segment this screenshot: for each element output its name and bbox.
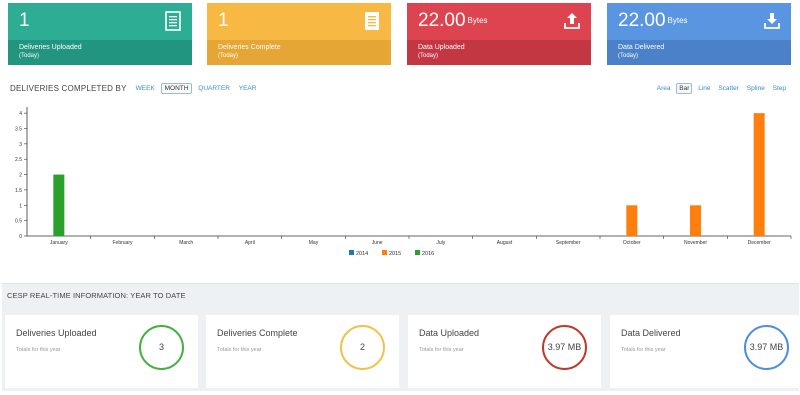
x-tick-label: April (245, 240, 255, 246)
chart-type-selector: Area Bar Line Scatter Spline Step (653, 83, 788, 95)
card-sub: Totals for this year (419, 347, 464, 353)
kpi-tiles: 1 Deliveries Uploaded (Today) 1 Deliveri… (8, 3, 791, 65)
tile-label: Deliveries Complete (218, 44, 281, 51)
x-tick-label: December (748, 240, 771, 246)
card-label: Data Uploaded (419, 328, 480, 338)
card-label: Deliveries Complete (217, 328, 298, 338)
x-tick-label: January (50, 240, 68, 246)
tile-bottom: Deliveries Complete (Today) (207, 40, 391, 65)
y-tick-label: 4 (19, 111, 22, 117)
legend-swatch-2014 (349, 250, 354, 255)
upload-icon (564, 13, 580, 29)
chart-type-line[interactable]: Line (696, 83, 712, 95)
card-value-circle: 2 (340, 325, 385, 370)
tile-sub: (Today) (618, 53, 639, 59)
x-tick-label: March (179, 240, 193, 246)
bar-2016-january (53, 174, 65, 236)
x-tick-label: May (309, 240, 319, 246)
y-tick-label: 0.5 (15, 219, 22, 225)
document-icon (165, 11, 181, 31)
card-sub: Totals for this year (217, 347, 262, 353)
tile-bottom: Deliveries Uploaded (Today) (8, 40, 192, 65)
x-tick-label: October (623, 240, 641, 246)
card-label: Data Delivered (621, 328, 681, 338)
chart-type-scatter[interactable]: Scatter (716, 83, 741, 95)
chart-type-area[interactable]: Area (655, 83, 673, 95)
deliveries-bar-chart: 0 0.5 1 1.5 2 2.5 3 3.5 4 January February March Apr… (15, 107, 792, 257)
tile-unit: Bytes (467, 16, 488, 25)
realtime-section: CESP REAL-TIME INFORMATION: YEAR TO DATE… (2, 283, 800, 391)
period-quarter[interactable]: QUARTER (195, 83, 233, 95)
tile-top: 1 (207, 3, 391, 40)
card-data-delivered: Data Delivered Totals for this year 3.97… (610, 315, 800, 388)
tile-deliveries-complete[interactable]: 1 Deliveries Complete (Today) (207, 3, 391, 65)
tile-top: 22.00 Bytes (407, 3, 591, 40)
legend-swatch-2015 (382, 250, 387, 255)
x-tick-label: February (112, 240, 133, 246)
tile-top: 22.00 Bytes (607, 3, 791, 40)
tile-sub: (Today) (218, 53, 239, 59)
tile-bottom: Data Delivered (Today) (607, 40, 791, 65)
card-sub: Totals for this year (16, 347, 61, 353)
period-month[interactable]: MONTH (160, 83, 193, 94)
period-week[interactable]: WEEK (133, 83, 158, 95)
document-icon (365, 12, 379, 30)
tile-deliveries-uploaded[interactable]: 1 Deliveries Uploaded (Today) (8, 3, 192, 65)
card-deliveries-uploaded: Deliveries Uploaded Totals for this year… (5, 315, 198, 388)
y-tick-label: 3 (19, 142, 22, 148)
tile-sub: (Today) (418, 53, 439, 59)
tile-label: Data Uploaded (418, 44, 465, 51)
tile-value: 22.00 Bytes (418, 10, 488, 32)
legend-swatch-2016 (415, 250, 420, 255)
y-tick-label: 1.5 (15, 188, 22, 194)
bar-2015-december (753, 113, 765, 236)
x-tick-label: July (436, 240, 445, 246)
chart-type-bar[interactable]: Bar (676, 83, 693, 94)
legend-label-2014: 2014 (356, 251, 368, 257)
y-tick-label: 2.5 (15, 157, 22, 163)
download-icon (764, 13, 780, 29)
tile-value: 1 (19, 10, 30, 31)
chart-title: DELIVERIES COMPLETED BY (10, 84, 127, 93)
tile-top: 1 (8, 3, 192, 40)
chart-type-step[interactable]: Step (771, 83, 788, 95)
realtime-title: CESP REAL-TIME INFORMATION: YEAR TO DATE (7, 291, 186, 300)
y-tick-label: 2 (19, 173, 22, 179)
card-value-circle: 3 (139, 325, 184, 370)
x-tick-label: June (372, 240, 383, 246)
tile-data-uploaded[interactable]: 22.00 Bytes Data Uploaded (Today) (407, 3, 591, 65)
period-year[interactable]: YEAR (236, 83, 260, 95)
legend-label-2015: 2015 (389, 251, 401, 257)
card-sub: Totals for this year (621, 347, 666, 353)
card-data-uploaded: Data Uploaded Totals for this year 3.97 … (408, 315, 601, 388)
tile-value: 22.00 Bytes (618, 10, 688, 32)
y-tick-label: 3.5 (15, 127, 22, 133)
tile-label: Data Delivered (618, 44, 665, 51)
y-tick-label: 1 (19, 203, 22, 209)
y-tick-label: 0 (19, 234, 22, 240)
tile-value: 1 (218, 10, 229, 31)
card-deliveries-complete: Deliveries Complete Totals for this year… (206, 315, 399, 388)
tile-sub: (Today) (19, 53, 40, 59)
chart-type-spline[interactable]: Spline (745, 83, 767, 95)
bar-2015-november (690, 205, 701, 236)
x-tick-label: August (497, 240, 513, 246)
x-tick-label: November (684, 240, 707, 246)
tile-bottom: Data Uploaded (Today) (407, 40, 591, 65)
bar-2015-october (626, 205, 638, 236)
card-label: Deliveries Uploaded (16, 328, 97, 338)
card-value-circle: 3.97 MB (744, 325, 789, 370)
card-value-circle: 3.97 MB (542, 325, 587, 370)
legend-label-2016: 2016 (422, 251, 434, 257)
tile-unit: Bytes (667, 16, 688, 25)
tile-data-delivered[interactable]: 22.00 Bytes Data Delivered (Today) (607, 3, 791, 65)
x-tick-label: September (556, 240, 581, 246)
chart-header: DELIVERIES COMPLETED BY WEEK MONTH QUART… (10, 83, 790, 95)
tile-label: Deliveries Uploaded (19, 44, 82, 51)
period-selector: WEEK MONTH QUARTER YEAR (133, 83, 261, 95)
